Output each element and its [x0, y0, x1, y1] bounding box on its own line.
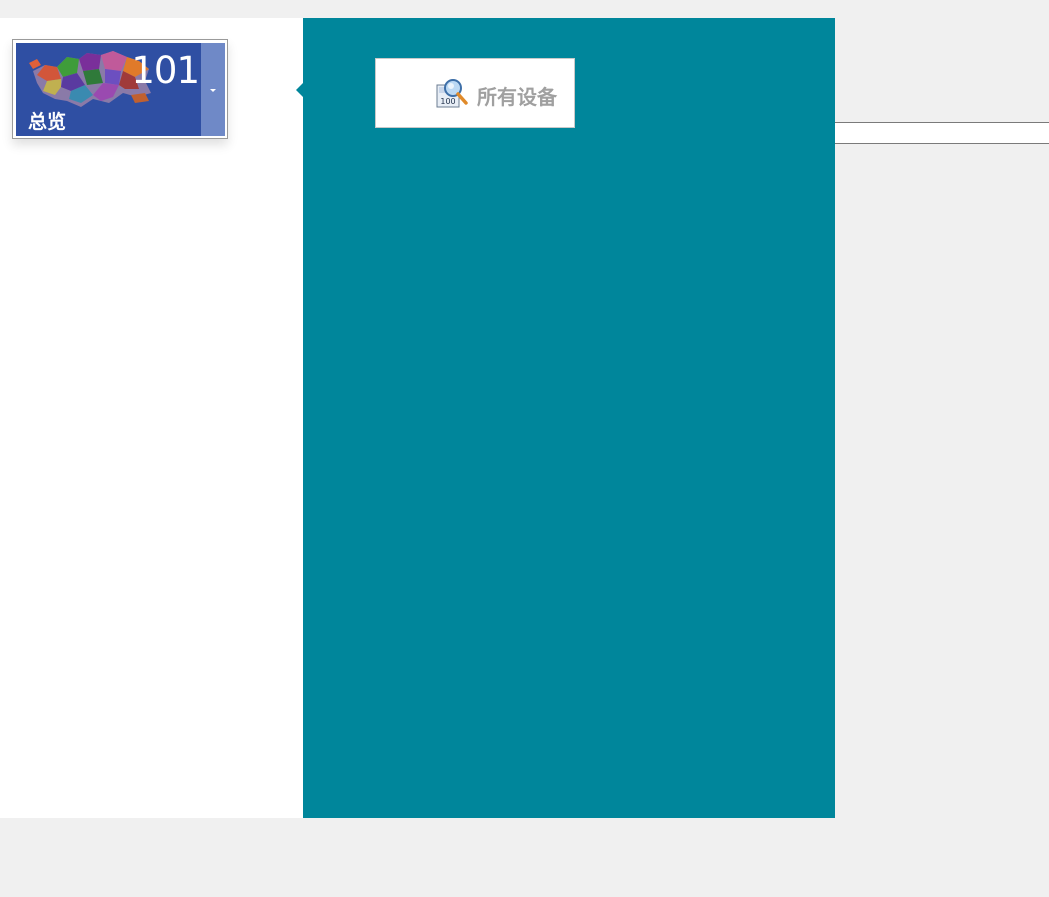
overview-label: 总览 [28, 111, 67, 133]
right-divider-strip [835, 122, 1049, 144]
caret-down-icon [210, 89, 216, 92]
device-count: 101 [131, 49, 200, 92]
overview-tile[interactable]: 101 总览 [16, 43, 201, 136]
icon-text: 100 [440, 97, 455, 106]
overview-dropdown-button[interactable] [201, 43, 225, 136]
all-devices-label: 所有设备 [477, 85, 557, 109]
all-devices-button[interactable]: 100 所有设备 [375, 58, 575, 128]
magnifier-100-icon: 100 [436, 79, 468, 108]
device-panel: 100 所有设备 [303, 18, 835, 818]
overview-tile-frame: 101 总览 [12, 39, 228, 139]
